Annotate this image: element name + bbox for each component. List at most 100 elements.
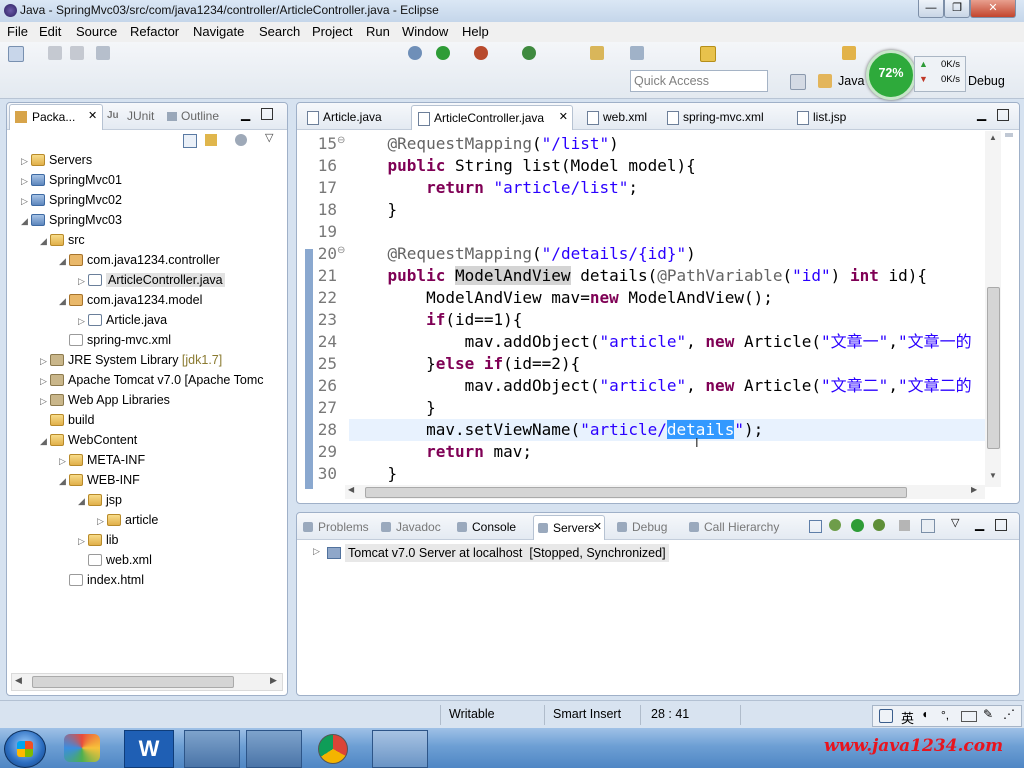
expand-arrow-icon[interactable]: ▷	[21, 152, 31, 170]
next-annotation-icon[interactable]	[842, 46, 856, 60]
code-line[interactable]: @RequestMapping("/list")	[349, 133, 619, 155]
collapse-arrow-icon[interactable]: ◢	[21, 212, 31, 230]
fold-toggle-icon[interactable]: ⊖	[337, 135, 345, 146]
tree-item[interactable]: ▷ Web App Libraries	[40, 391, 170, 409]
publish-icon[interactable]	[921, 519, 935, 533]
bottom-tab[interactable]: Problems	[299, 515, 369, 539]
view-menu-icon[interactable]: ▽	[951, 516, 959, 529]
expand-arrow-icon[interactable]: ▷	[40, 352, 50, 370]
tab-outline[interactable]: Outline	[181, 109, 219, 123]
scroll-right-icon[interactable]: ▶	[971, 485, 977, 494]
expand-arrow-icon[interactable]: ▷	[97, 512, 107, 530]
code-line[interactable]: return "article/list";	[349, 177, 638, 199]
maximize-view-icon[interactable]	[261, 108, 273, 120]
menu-navigate[interactable]: Navigate	[193, 24, 244, 39]
new-icon[interactable]	[8, 46, 24, 62]
ime-moon-icon[interactable]: ◖	[921, 707, 928, 721]
tree-item[interactable]: ▷ SpringMvc02	[21, 191, 122, 209]
close-tab-icon[interactable]: ✕	[559, 110, 568, 123]
taskbar-chrome-icon[interactable]	[318, 734, 348, 764]
scroll-down-icon[interactable]: ▼	[989, 471, 997, 480]
server-row[interactable]: ▷ Tomcat v7.0 Server at localhost [Stopp…	[311, 543, 681, 563]
tree-item[interactable]: web.xml	[78, 551, 152, 569]
expand-arrow-icon[interactable]: ▷	[21, 192, 31, 210]
tree-item[interactable]: build	[40, 411, 94, 429]
ime-keyboard-icon[interactable]	[961, 711, 977, 722]
editor-minimize-icon[interactable]: ▁	[977, 107, 986, 121]
tree-item[interactable]: ◢ SpringMvc03	[21, 211, 122, 229]
tree-item[interactable]: ▷ Servers	[21, 151, 92, 169]
editor-tab[interactable]: list.jsp	[791, 105, 861, 129]
tree-item[interactable]: ◢ com.java1234.model	[59, 291, 202, 309]
tab-package-explorer[interactable]: Packa... ✕	[9, 104, 103, 130]
ime-tools-icon[interactable]: ✎	[983, 707, 993, 721]
expand-arrow-icon[interactable]: ▷	[59, 452, 69, 470]
tree-item[interactable]: ▷ Apache Tomcat v7.0 [Apache Tomc	[40, 371, 263, 389]
menu-search[interactable]: Search	[259, 24, 300, 39]
ime-settings-icon[interactable]: ⋰	[1003, 707, 1015, 721]
code-line[interactable]: mav.addObject("article", new Article("文章…	[349, 331, 972, 353]
tree-item[interactable]: index.html	[59, 571, 144, 589]
scroll-left-icon[interactable]: ◀	[348, 485, 354, 494]
new-server-icon[interactable]	[809, 520, 822, 533]
code-line[interactable]: return mav;	[349, 441, 532, 463]
collapse-arrow-icon[interactable]: ◢	[59, 252, 69, 270]
focus-icon[interactable]	[235, 134, 247, 146]
explorer-hscrollbar[interactable]: ◀ ▶	[11, 673, 283, 691]
ime-logo-icon[interactable]	[879, 709, 893, 723]
editor-vscrollbar[interactable]: ▲ ▼	[985, 131, 1001, 487]
tree-item[interactable]: ◢ com.java1234.controller	[59, 251, 220, 269]
maximize-button[interactable]: ❐	[944, 0, 970, 18]
debug-server-icon[interactable]	[829, 519, 841, 531]
start-server-icon[interactable]	[851, 519, 864, 532]
editor-tab[interactable]: web.xml	[581, 105, 651, 129]
tree-item[interactable]: spring-mvc.xml	[59, 331, 171, 349]
scroll-thumb[interactable]	[365, 487, 907, 498]
code-line[interactable]: @RequestMapping("/details/{id}")	[349, 243, 696, 265]
stop-server-icon[interactable]	[899, 520, 910, 531]
code-line[interactable]: public String list(Model model){	[349, 155, 696, 177]
scroll-thumb[interactable]	[987, 287, 1000, 449]
print-icon[interactable]	[96, 46, 110, 60]
tree-item[interactable]: ◢ src	[40, 231, 85, 249]
code-line[interactable]: public ModelAndView details(@PathVariabl…	[349, 265, 927, 287]
expand-arrow-icon[interactable]: ▷	[21, 172, 31, 190]
collapse-all-icon[interactable]	[183, 134, 197, 148]
debug-perspective-label[interactable]: Debug	[968, 74, 1005, 88]
tree-item[interactable]: ▷ ArticleController.java	[78, 271, 225, 289]
expand-arrow-icon[interactable]: ▷	[78, 272, 88, 290]
minimize-button[interactable]: —	[918, 0, 944, 18]
collapse-arrow-icon[interactable]: ◢	[40, 432, 50, 450]
tree-item[interactable]: ▷ Article.java	[78, 311, 167, 329]
run-external-icon[interactable]	[474, 46, 488, 60]
code-line[interactable]: }	[349, 463, 398, 485]
open-perspective-icon[interactable]	[790, 74, 806, 90]
code-line[interactable]: }else if(id==2){	[349, 353, 580, 375]
collapse-arrow-icon[interactable]: ◢	[59, 472, 69, 490]
quick-access-input[interactable]: Quick Access	[630, 70, 768, 92]
taskbar-app-tool-icon[interactable]	[246, 730, 302, 768]
bottom-tab[interactable]: Servers ✕	[533, 515, 605, 540]
expand-arrow-icon[interactable]: ▷	[40, 392, 50, 410]
editor-tab[interactable]: ArticleController.java ✕	[411, 105, 573, 130]
bottom-tab[interactable]: Call Hierarchy	[685, 515, 785, 539]
profile-server-icon[interactable]	[873, 519, 885, 531]
bottom-tab[interactable]: Console	[453, 515, 523, 539]
open-type-icon[interactable]	[590, 46, 604, 60]
close-button[interactable]: ✕	[970, 0, 1016, 18]
collapse-arrow-icon[interactable]: ◢	[40, 232, 50, 250]
editor-tab[interactable]: Article.java	[301, 105, 401, 129]
code-line[interactable]: if(id==1){	[349, 309, 522, 331]
menu-run[interactable]: Run	[366, 24, 390, 39]
tree-item[interactable]: ▷ META-INF	[59, 451, 145, 469]
new-class-icon[interactable]	[522, 46, 536, 60]
tree-item[interactable]: ▷ JRE System Library [jdk1.7]	[40, 351, 222, 369]
menu-file[interactable]: File	[7, 24, 28, 39]
collapse-arrow-icon[interactable]: ◢	[59, 292, 69, 310]
code-area[interactable]: 15 ⊖ @RequestMapping("/list") 16 public St…	[297, 131, 985, 487]
tree-item[interactable]: ▷ article	[97, 511, 158, 529]
ime-punct-icon[interactable]: °,	[941, 708, 949, 722]
ime-language[interactable]: 英	[901, 708, 914, 727]
menu-window[interactable]: Window	[402, 24, 448, 39]
menu-project[interactable]: Project	[312, 24, 352, 39]
